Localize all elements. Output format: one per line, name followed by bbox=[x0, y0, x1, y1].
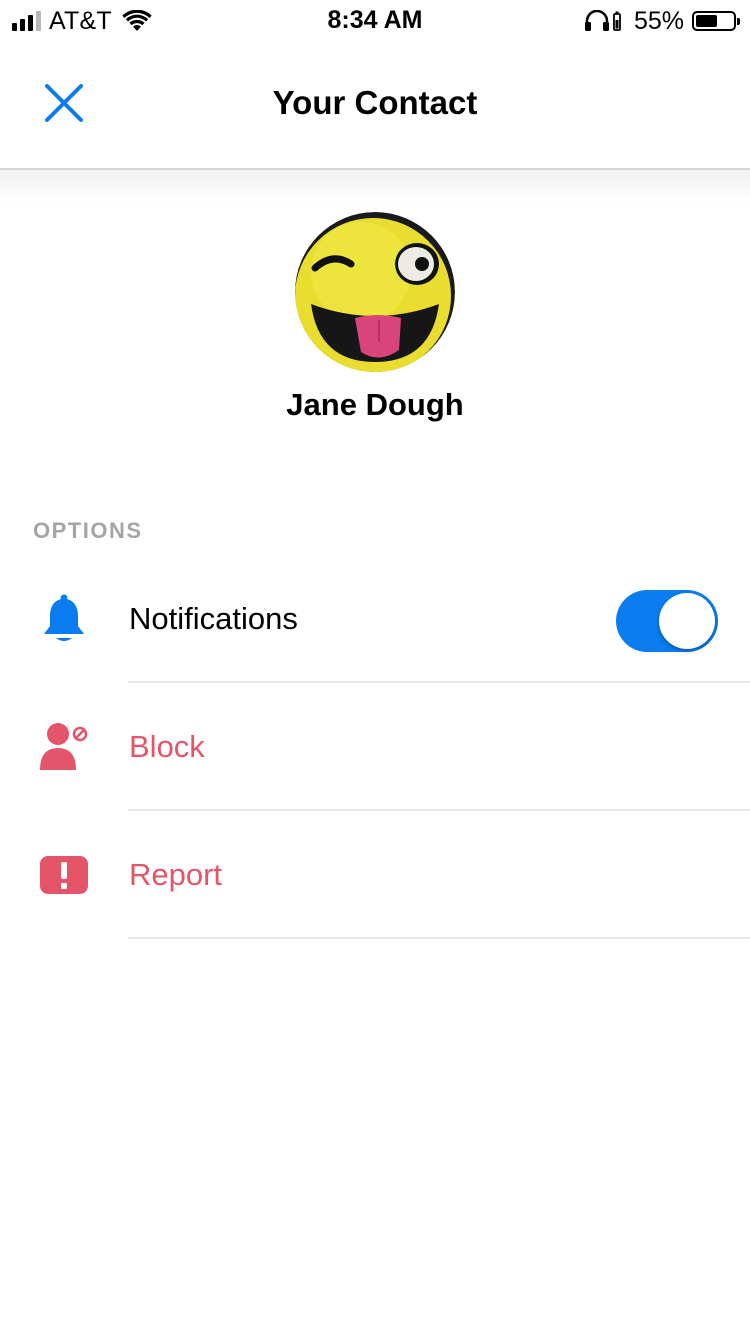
winking-emoji-avatar bbox=[295, 212, 455, 372]
battery-percent: 55% bbox=[633, 6, 684, 35]
headphones-icon bbox=[584, 10, 609, 31]
divider bbox=[128, 937, 750, 939]
block-row[interactable]: Block bbox=[0, 683, 750, 811]
contact-name: Jane Dough bbox=[286, 387, 464, 422]
report-row[interactable]: Report bbox=[0, 811, 750, 939]
report-label: Report bbox=[129, 857, 223, 892]
nav-shadow bbox=[0, 170, 750, 204]
options-header: OPTIONS bbox=[33, 518, 143, 543]
battery-icon bbox=[692, 11, 740, 31]
avatar[interactable] bbox=[295, 212, 455, 372]
bell-icon bbox=[36, 591, 92, 647]
toggle-knob bbox=[659, 593, 715, 649]
nav-bar: Your Contact bbox=[0, 40, 750, 170]
block-user-icon bbox=[36, 719, 92, 775]
status-right: 55% bbox=[584, 6, 740, 36]
report-icon bbox=[36, 847, 92, 903]
page-title: Your Contact bbox=[272, 84, 478, 121]
battery-small-icon bbox=[613, 11, 621, 31]
block-label: Block bbox=[129, 729, 205, 764]
notifications-row[interactable]: Notifications bbox=[0, 555, 750, 683]
status-bar: AT&T 8:34 AM 55% bbox=[0, 0, 750, 40]
notifications-label: Notifications bbox=[129, 601, 298, 636]
notifications-toggle[interactable] bbox=[616, 590, 718, 652]
